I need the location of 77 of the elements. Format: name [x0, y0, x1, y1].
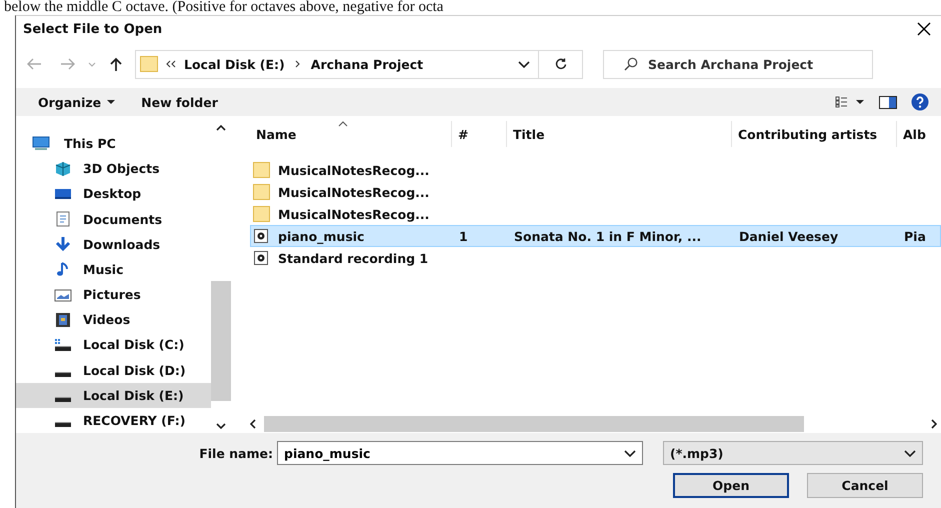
breadcrumb-item[interactable]: Local Disk (E:) [184, 56, 285, 72]
file-name[interactable]: piano_music [278, 228, 364, 244]
table-cell: 1 [459, 228, 468, 244]
drive-icon [54, 336, 72, 353]
file-name[interactable]: MusicalNotesRecog... [278, 206, 430, 222]
view-options-icon[interactable] [835, 96, 865, 108]
folder-icon [253, 206, 270, 222]
scroll-up-icon[interactable] [216, 125, 226, 131]
sidebar-item[interactable]: 3D Objects [16, 156, 211, 182]
dropdown-chevron-icon[interactable] [518, 60, 530, 68]
audio-file-icon [253, 250, 270, 266]
file-name[interactable]: MusicalNotesRecog... [278, 162, 430, 178]
sidebar-item[interactable]: Documents [16, 206, 211, 232]
folder-icon [253, 162, 270, 178]
download-arrow-icon [54, 236, 72, 252]
refresh-button[interactable] [539, 50, 583, 78]
file-name-combo-box[interactable]: piano_music [277, 441, 643, 465]
film-icon [54, 312, 72, 328]
cube-icon [54, 160, 72, 177]
scroll-right-icon[interactable] [931, 419, 937, 429]
column-header[interactable]: Alb [897, 121, 937, 147]
audio-file-icon [253, 228, 270, 244]
search-icon [624, 57, 638, 71]
table-cell: Sonata No. 1 in F Minor, ... [514, 228, 702, 244]
file-name[interactable]: Standard recording 1 [278, 250, 428, 266]
dropdown-chevron-icon[interactable] [624, 450, 636, 456]
scroll-down-icon[interactable] [216, 423, 226, 429]
sidebar-item[interactable]: Music [16, 256, 211, 282]
up-arrow-icon[interactable] [110, 57, 122, 71]
sidebar-item[interactable]: Desktop [16, 181, 211, 207]
sidebar-item[interactable]: Local Disk (E:) [16, 382, 211, 408]
help-icon[interactable] [911, 93, 929, 111]
organize-menu-button[interactable]: Organize [32, 90, 122, 114]
scroll-left-icon[interactable] [250, 419, 256, 429]
drive-icon [55, 372, 71, 377]
table-cell: Pia [904, 228, 926, 244]
sidebar-item[interactable]: Local Disk (C:) [16, 332, 211, 358]
window-title: Select File to Open [23, 22, 164, 36]
sidebar-item[interactable]: Local Disk (D:) [16, 358, 211, 383]
picture-icon [54, 286, 72, 303]
sidebar-item[interactable]: This PC [16, 131, 211, 156]
sidebar-item[interactable]: Downloads [16, 232, 211, 257]
folder-icon [253, 184, 270, 200]
caret-icon [107, 100, 116, 104]
column-header[interactable]: Title [507, 121, 732, 147]
close-icon [917, 22, 931, 36]
refresh-icon [554, 58, 566, 70]
dropdown-chevron-icon[interactable] [904, 450, 916, 456]
selected-row[interactable]: piano_music 1 Sonata No. 1 in F Minor, ... Daniel Veesey Pia [250, 225, 941, 247]
breadcrumb-chevron-icon [294, 60, 301, 68]
open-button[interactable]: Open [673, 473, 789, 498]
sidebar-item[interactable]: RECOVERY (F:) [16, 408, 211, 434]
file-name-label: File name: [199, 446, 273, 460]
cancel-button[interactable]: Cancel [807, 473, 923, 498]
overflow-chevron-icon[interactable] [166, 60, 176, 68]
scrollbar-thumb[interactable] [211, 281, 231, 401]
address-bar[interactable]: Local Disk (E:) Archana Project [135, 50, 539, 78]
computer-icon [32, 136, 50, 152]
file-name[interactable]: MusicalNotesRecog... [278, 184, 430, 200]
document-icon [54, 211, 72, 228]
drive-icon [55, 422, 71, 427]
breadcrumb-item[interactable]: Archana Project [310, 56, 424, 72]
column-header[interactable]: Contributing artists [732, 121, 897, 147]
sidebar-item[interactable]: Videos [16, 307, 211, 332]
file-type-dropdown[interactable]: (*.mp3) [663, 441, 923, 465]
drive-icon [55, 396, 71, 402]
folder-icon [140, 56, 158, 72]
preview-pane-icon[interactable] [879, 96, 897, 108]
scrollbar-thumb[interactable] [264, 416, 804, 432]
column-header[interactable]: # [452, 121, 507, 147]
sidebar-item[interactable]: Pictures [16, 282, 211, 308]
column-header[interactable]: Name [250, 121, 452, 147]
search-box[interactable]: Search Archana Project [603, 50, 873, 78]
file-name-field[interactable]: piano_music [284, 446, 624, 460]
document-text: below the middle C octave. (Positive for octaves above, negative for octa [3, 0, 444, 15]
table-cell: Daniel Veesey [739, 228, 838, 244]
new-folder-button[interactable]: New folder [135, 90, 224, 114]
